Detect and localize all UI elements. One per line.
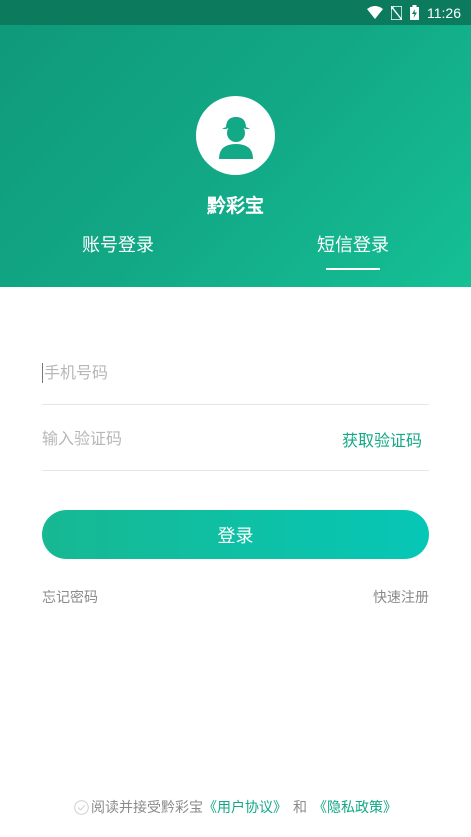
login-header: 黔彩宝 账号登录 短信登录 — [0, 25, 471, 287]
no-sim-icon — [391, 5, 402, 20]
agreement-row: 阅读并接受黔彩宝 《用户协议》 和 《隐私政策》 — [0, 797, 471, 817]
verification-code-input[interactable] — [42, 429, 342, 448]
status-time: 11:26 — [427, 4, 461, 21]
tab-sms-login[interactable]: 短信登录 — [293, 231, 413, 261]
phone-input[interactable] — [42, 362, 429, 383]
agreement-checkbox-icon[interactable] — [74, 799, 89, 815]
forgot-password-link[interactable]: 忘记密码 — [42, 587, 98, 607]
user-agreement-link[interactable]: 《用户协议》 — [203, 797, 287, 817]
status-bar: 11:26 — [0, 0, 471, 25]
code-field: 获取验证码 — [42, 407, 429, 471]
quick-register-link[interactable]: 快速注册 — [373, 587, 429, 607]
agreement-conjunction: 和 — [293, 800, 307, 816]
tab-account-login[interactable]: 账号登录 — [58, 231, 178, 261]
battery-charging-icon — [410, 5, 419, 20]
wifi-icon — [367, 6, 383, 19]
agreement-prefix: 阅读并接受黔彩宝 — [91, 800, 203, 816]
phone-field — [42, 341, 429, 405]
app-name: 黔彩宝 — [206, 195, 264, 217]
active-tab-indicator — [326, 268, 380, 270]
get-code-button[interactable]: 获取验证码 — [342, 427, 429, 451]
login-button[interactable]: 登录 — [42, 510, 429, 559]
privacy-policy-link[interactable]: 《隐私政策》 — [313, 797, 397, 817]
user-avatar-icon — [196, 96, 275, 175]
